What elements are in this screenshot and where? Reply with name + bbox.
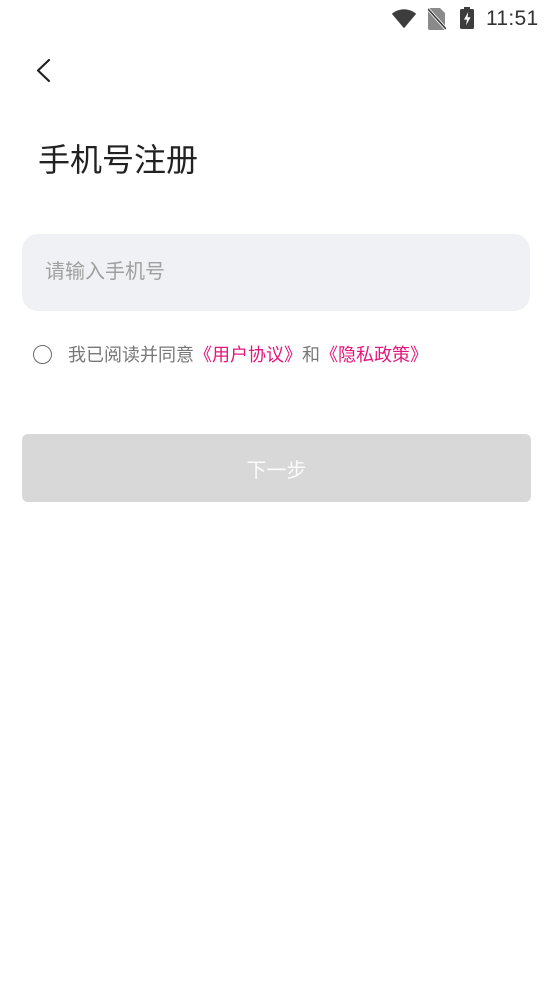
- next-step-button[interactable]: 下一步: [22, 434, 531, 502]
- battery-charging-icon: [460, 7, 474, 29]
- privacy-policy-link[interactable]: 《隐私政策》: [320, 345, 428, 365]
- agreement-conjunction: 和: [302, 345, 320, 365]
- status-time: 11:51: [486, 7, 539, 30]
- wifi-icon: [391, 9, 417, 29]
- phone-input-container: [22, 234, 530, 311]
- back-button[interactable]: [28, 54, 60, 86]
- chevron-left-icon: [36, 58, 51, 83]
- page-title: 手机号注册: [38, 142, 199, 178]
- phone-number-input[interactable]: [22, 234, 530, 311]
- no-sim-icon: [428, 8, 446, 30]
- agreement-text: 我已阅读并同意《用户协议》和《隐私政策》: [68, 344, 428, 366]
- user-agreement-link[interactable]: 《用户协议》: [194, 345, 302, 365]
- agreement-checkbox[interactable]: [33, 345, 52, 364]
- agreement-prefix: 我已阅读并同意: [68, 345, 194, 365]
- status-bar: 11:51: [0, 0, 553, 38]
